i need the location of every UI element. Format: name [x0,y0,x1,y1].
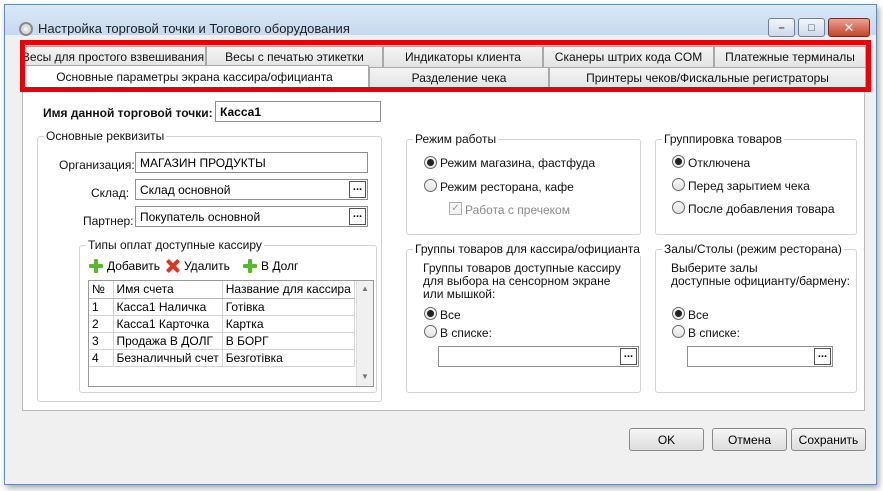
ok-button[interactable]: OK [629,428,704,451]
halls-list-radio[interactable] [672,325,685,338]
halls-all-label[interactable]: Все [688,308,709,322]
plus-icon [89,259,103,273]
shop-mode-label[interactable]: Режим магазина, фастфуда [440,156,595,170]
work-mode-title: Режим работы [413,132,499,146]
halls-list-input[interactable] [687,346,833,367]
requisites-title: Основные реквизиты [44,129,167,143]
grouping-title: Группировка товаров [662,132,784,146]
cell-number: 4 [89,349,114,367]
tab-receipt-printers[interactable]: Принтеры чеков/Фискальные регистраторы [549,67,866,88]
tab-strip: Весы для простого взвешивания Весы с печ… [20,41,871,91]
product-groups-select-button[interactable]: ... [620,348,637,365]
cell-cashier-name: В БОРГ [222,332,355,350]
product-groups-desc-1: Группы товаров доступные кассиру [423,261,621,275]
tab-receipt-split[interactable]: Разделение чека [369,67,549,88]
halls-desc-1: Выберите залы [671,261,758,275]
product-groups-all-label[interactable]: Все [440,308,461,322]
cell-number: 3 [89,332,114,350]
organization-input[interactable]: МАГАЗИН ПРОДУКТЫ [135,152,368,173]
table-row[interactable]: 4 Безналичный счет Безготівка [89,349,355,367]
partner-label: Партнер: [83,214,134,228]
product-groups-list-label[interactable]: В списке: [440,326,492,340]
tab-payment-terminals[interactable]: Платежные терминалы [714,46,866,67]
grouping-off-radio[interactable] [672,155,685,168]
tab-main-parameters[interactable]: Основные параметры экрана кассира/официа… [20,65,369,88]
precheck-label: Работа с пречеком [465,203,570,217]
product-groups-list-input[interactable] [438,346,639,367]
product-groups-all-radio[interactable] [424,307,437,320]
delete-payment-label: Удалить [184,259,230,273]
maximize-button[interactable]: □ [798,18,825,37]
grouping-after-add-radio[interactable] [672,201,685,214]
window-title: Настройка торговой точки и Тогового обор… [38,21,350,36]
cell-cashier-name: Картка [222,315,355,333]
scroll-down-icon[interactable]: ▼ [357,369,373,385]
cell-account-name: Продажа В ДОЛГ [113,332,223,350]
grouping-before-close-radio[interactable] [672,178,685,191]
cancel-button[interactable]: Отмена [712,428,787,451]
grouping-off-label[interactable]: Отключена [688,156,750,170]
warehouse-label: Склад: [91,186,130,200]
close-button[interactable]: ✕ [828,18,870,37]
product-groups-desc-2: для выбора на сенсорном экране [423,274,611,288]
delete-icon [166,259,180,273]
settings-window: Настройка торговой точки и Тогового обор… [4,4,877,485]
tab-label-scales[interactable]: Весы с печатью этикетки [206,46,383,67]
product-groups-desc-3: или мышкой: [423,287,496,301]
partner-select-button[interactable]: ... [349,208,366,225]
partner-input[interactable]: Покупатель основной [135,206,368,227]
cell-number: 2 [89,315,114,333]
halls-desc-2: доступные официанту/бармену: [671,274,850,288]
restaurant-mode-label[interactable]: Режим ресторана, кафе [440,180,574,194]
cell-cashier-name: Готівка [222,298,355,316]
table-row[interactable]: 3 Продажа В ДОЛГ В БОРГ [89,332,355,350]
column-cashier-name[interactable]: Название для кассира [222,281,355,299]
point-name-input[interactable]: Касса1 [215,101,381,122]
tab-simple-scales[interactable]: Весы для простого взвешивания [20,46,206,67]
title-bar: Настройка торговой точки и Тогового обор… [5,5,876,37]
payment-types-table[interactable]: № Имя счета Название для кассира 1 Касса… [88,280,374,387]
column-number[interactable]: № [89,281,114,299]
warehouse-select-button[interactable]: ... [349,181,366,198]
cell-account-name: Безналичный счет [113,349,223,367]
gear-icon [19,22,33,36]
column-account-name[interactable]: Имя счета [113,281,223,299]
add-payment-button[interactable]: Добавить [89,259,160,273]
plus-icon [243,259,257,273]
cell-account-name: Касса1 Карточка [113,315,223,333]
product-groups-title: Группы товаров для кассира/официанта [413,242,642,256]
halls-all-radio[interactable] [672,307,685,320]
scroll-up-icon[interactable]: ▲ [357,281,373,297]
save-button[interactable]: Сохранить [791,428,866,451]
halls-title: Залы/Столы (режим ресторана) [662,242,844,256]
credit-payment-button[interactable]: В Долг [243,259,298,273]
point-name-label: Имя данной торговой точки: [43,106,213,120]
tab-customer-displays[interactable]: Индикаторы клиента [383,46,543,67]
grouping-after-add-label[interactable]: После добавления товара [688,202,835,216]
precheck-checkbox[interactable]: ✓ [449,202,462,215]
cell-cashier-name: Безготівка [222,349,355,367]
delete-payment-button[interactable]: Удалить [166,259,230,273]
product-groups-list-radio[interactable] [424,325,437,338]
warehouse-input[interactable]: Склад основной [135,179,368,200]
table-header-row: № Имя счета Название для кассира [89,281,355,299]
table-row[interactable]: 2 Касса1 Карточка Картка [89,315,355,333]
tab-com-scanners[interactable]: Сканеры штрих кода COM [543,46,714,67]
organization-label: Организация: [59,158,135,172]
payment-types-title: Типы оплат доступные кассиру [86,238,264,252]
restaurant-mode-radio[interactable] [424,179,437,192]
add-payment-label: Добавить [107,259,161,273]
credit-payment-label: В Долг [261,259,299,273]
halls-select-button[interactable]: ... [814,348,831,365]
minimize-button[interactable]: – [768,18,795,37]
halls-list-label[interactable]: В списке: [688,326,740,340]
table-row[interactable]: 1 Касса1 Наличка Готівка [89,298,355,316]
table-scrollbar[interactable]: ▲ ▼ [356,281,373,386]
cell-number: 1 [89,298,114,316]
grouping-before-close-label[interactable]: Перед зарытием чека [688,179,810,193]
shop-mode-radio[interactable] [424,156,437,169]
cell-account-name: Касса1 Наличка [113,298,223,316]
